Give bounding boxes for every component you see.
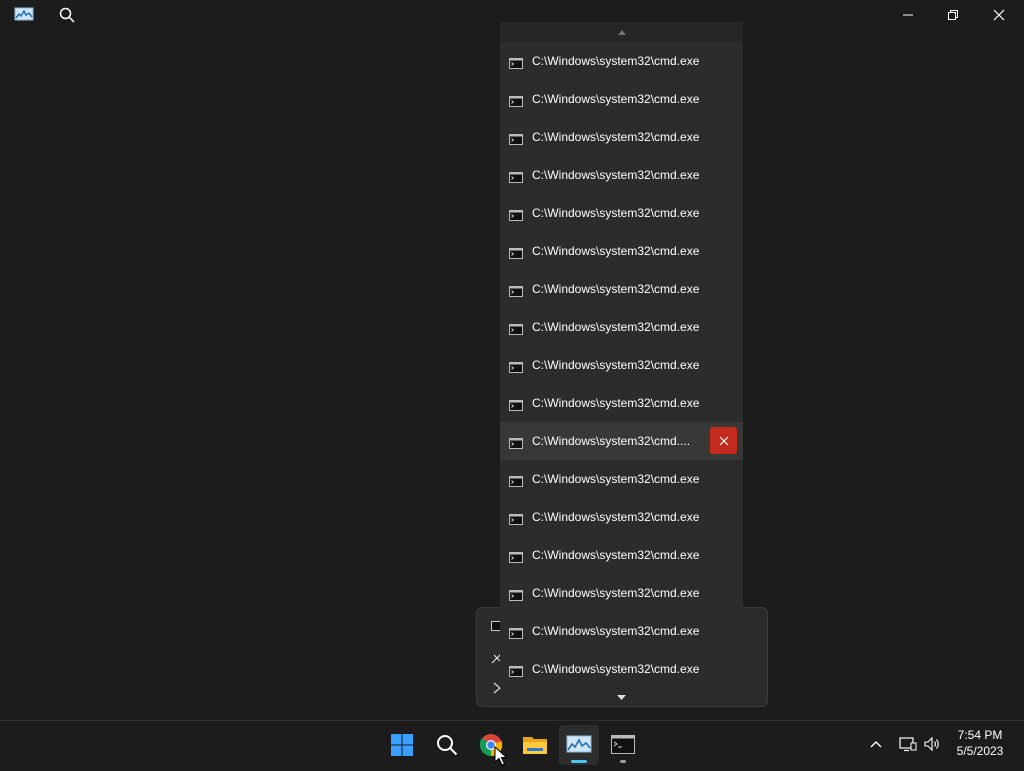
caret-up-icon: [617, 29, 626, 35]
cmd-icon: [509, 550, 523, 563]
jump-list-item[interactable]: C:\Windows\system32\cmd.exe: [500, 232, 743, 270]
jump-list-item[interactable]: C:\Windows\system32\cmd.exe: [500, 194, 743, 232]
search-button[interactable]: [56, 4, 78, 26]
jump-list-item-label: C:\Windows\system32\cmd.exe: [532, 396, 700, 410]
cmd-icon: [509, 284, 523, 297]
jump-list-item[interactable]: C:\Windows\system32\cmd.exe: [500, 536, 743, 574]
cmd-icon: [509, 132, 523, 145]
close-button[interactable]: [976, 0, 1022, 30]
jump-list-item[interactable]: C:\Windows\system32\cmd.exe: [500, 80, 743, 118]
jump-list-item[interactable]: C:\Windows\system32\cmd.exe: [500, 118, 743, 156]
network-icon: [899, 737, 917, 752]
jump-list-item[interactable]: C:\Windows\system32\cmd.exe: [500, 650, 743, 688]
cmd-icon: [509, 56, 523, 69]
volume-icon: [924, 736, 939, 752]
jump-list-item[interactable]: C:\Windows\system32\cmd.exe: [500, 574, 743, 612]
jump-list-items: C:\Windows\system32\cmd.exe C:\Windows\sy…: [500, 42, 743, 688]
chevron-up-icon: [870, 741, 882, 748]
cmd-icon: [509, 246, 523, 259]
remove-from-list-button[interactable]: [710, 427, 737, 454]
resource-monitor-icon: [14, 6, 34, 22]
jump-list-item-label: C:\Windows\system32\cmd.exe: [532, 586, 700, 600]
jump-list-item-label: C:\Windows\system32\cmd.exe: [532, 320, 700, 334]
scroll-down-button[interactable]: [500, 688, 743, 706]
taskbar: 7:54 PM 5/5/2023: [0, 720, 1024, 768]
command-prompt-button[interactable]: [603, 725, 643, 765]
caret-down-icon: [617, 694, 626, 700]
network-button[interactable]: [897, 733, 919, 755]
cmd-icon: [509, 512, 523, 525]
jump-list-item-label: C:\Windows\system32\cmd.exe: [532, 92, 700, 106]
show-hidden-icons-button[interactable]: [865, 733, 887, 755]
cmd-icon: [509, 170, 523, 183]
resource-monitor-button[interactable]: [559, 725, 599, 765]
cmd-icon: [509, 94, 523, 107]
jump-list-item-label: C:\Windows\system32\cmd.exe: [532, 244, 700, 258]
scroll-up-button[interactable]: [500, 22, 743, 42]
jump-list-item-label: C:\Windows\system32\cmd.exe: [532, 510, 700, 524]
close-icon: [993, 9, 1005, 21]
search-button[interactable]: [427, 725, 467, 765]
minimize-icon: [903, 14, 913, 16]
jump-list-item-label: C:\Windows\system32\cmd.exe: [532, 54, 700, 68]
jump-list-item-label: C:\Windows\system32\cmd.exe: [532, 662, 700, 676]
jump-list: C:\Windows\system32\cmd.exe C:\Windows\sy…: [500, 22, 743, 688]
cmd-icon: [509, 398, 523, 411]
jump-list-item-label: C:\Windows\system32\cmd.exe: [532, 472, 700, 486]
jump-list-item-label: C:\Windows\system32\cmd.exe: [532, 282, 700, 296]
cmd-icon: [509, 474, 523, 487]
close-icon: [719, 436, 728, 445]
jump-list-item-label: C:\Windows\system32\cmd.exe: [532, 130, 700, 144]
cmd-icon: [509, 588, 523, 601]
clock-time: 7:54 PM: [957, 728, 1003, 742]
jump-list-item-label: C:\Windows\system32\cmd.exe: [532, 624, 700, 638]
jump-list-item[interactable]: C:\Windows\system32\cmd.exe: [500, 460, 743, 498]
jump-list-item[interactable]: C:\Windows\system32\cmd.exe: [500, 270, 743, 308]
jump-list-item-label: C:\Windows\system32\cmd.exe: [532, 548, 700, 562]
minimize-button[interactable]: [885, 0, 931, 30]
jump-list-item[interactable]: C:\Windows\system32\cmd.exe: [500, 384, 743, 422]
restore-icon: [948, 10, 958, 20]
running-indicator: [620, 760, 626, 763]
cmd-icon: [509, 208, 523, 221]
clock-date: 5/5/2023: [956, 744, 1004, 758]
jump-list-item-label: C:\Windows\system32\cmd.exe: [532, 358, 700, 372]
jump-list-item-label: C:\Windows\system32\cmd....: [532, 434, 691, 448]
cmd-icon: [509, 436, 523, 449]
jump-list-item[interactable]: C:\Windows\system32\cmd.exe: [500, 156, 743, 194]
cmd-icon: [611, 735, 635, 754]
cmd-icon: [509, 360, 523, 373]
cmd-icon: [509, 664, 523, 677]
file-explorer-button[interactable]: [515, 725, 555, 765]
resource-monitor-icon: [566, 735, 592, 753]
jump-list-item[interactable]: C:\Windows\system32\cmd.exe: [500, 308, 743, 346]
jump-list-item-label: C:\Windows\system32\cmd.exe: [532, 206, 700, 220]
cmd-icon: [509, 322, 523, 335]
windows-logo-icon: [391, 734, 413, 756]
volume-button[interactable]: [921, 733, 943, 755]
jump-list-item[interactable]: C:\Windows\system32\cmd....: [500, 422, 743, 460]
jump-list-item[interactable]: C:\Windows\system32\cmd.exe: [500, 498, 743, 536]
search-icon: [59, 7, 75, 23]
jump-list-item[interactable]: C:\Windows\system32\cmd.exe: [500, 346, 743, 384]
folder-icon: [523, 737, 547, 754]
jump-list-item-label: C:\Windows\system32\cmd.exe: [532, 168, 700, 182]
active-indicator: [571, 760, 587, 763]
cmd-icon: [509, 626, 523, 639]
start-button[interactable]: [382, 725, 422, 765]
restore-button[interactable]: [930, 0, 976, 30]
clock[interactable]: 7:54 PM 5/5/2023: [945, 727, 1015, 759]
jump-list-item[interactable]: C:\Windows\system32\cmd.exe: [500, 42, 743, 80]
search-icon: [437, 735, 458, 756]
mouse-cursor-icon: [494, 745, 508, 766]
jump-list-item[interactable]: C:\Windows\system32\cmd.exe: [500, 612, 743, 650]
